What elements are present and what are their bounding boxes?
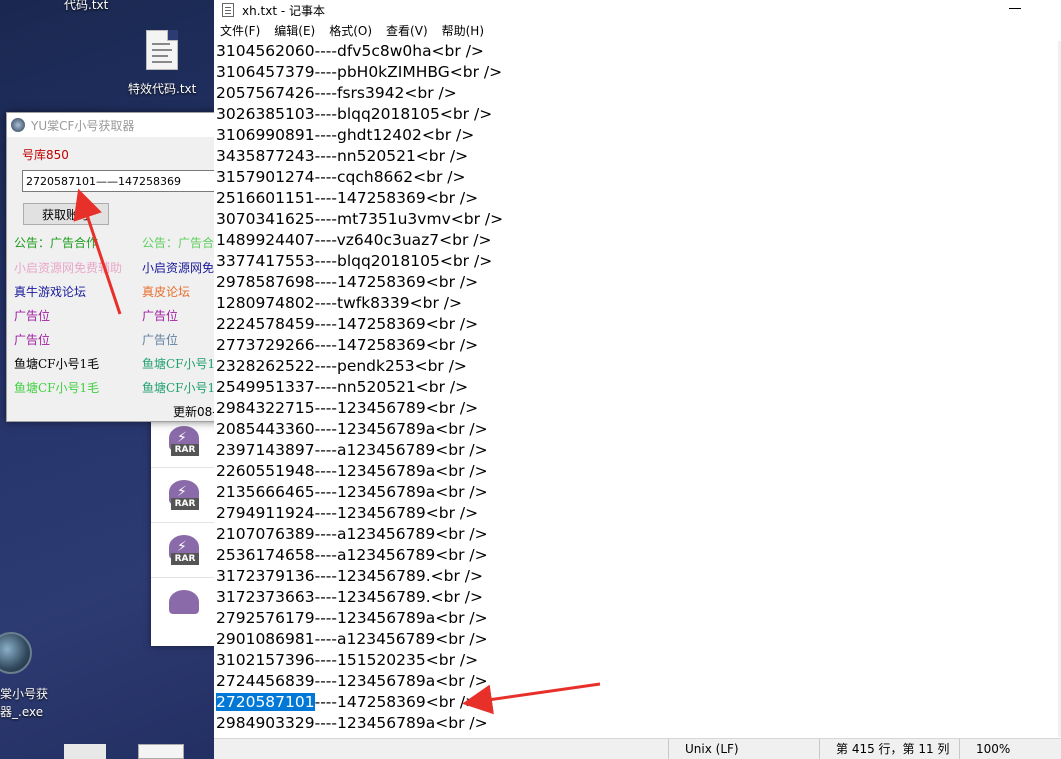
tool-title: YU棠CF小号获取器 (31, 118, 135, 133)
ad-link-6[interactable]: 真皮论坛 (142, 283, 190, 300)
text-file-icon[interactable] (146, 30, 178, 70)
ad-link-2[interactable]: 公告：广告合作 (142, 234, 221, 251)
account-count-label: 号库850 (22, 148, 69, 162)
text-line: 3377417553----blqq2018105<br /> (216, 252, 493, 270)
ad-link-4[interactable]: 小启资源网免费 (142, 259, 221, 276)
notepad-title: xh.txt - 记事本 (242, 3, 325, 18)
text-line: 2085443360----123456789a<br /> (216, 420, 488, 438)
status-bar: Unix (LF) 第 415 行，第 11 列 100% (214, 738, 1061, 759)
text-line: 2516601151----147258369<br /> (216, 189, 479, 207)
notepad-window: xh.txt - 记事本 文件(F) 编辑(E) 格式(O) 查看(V) 帮助(… (214, 0, 1061, 759)
text-line: 2901086981----a123456789<br /> (216, 630, 488, 648)
text-line: 3102157396----151520235<br /> (216, 651, 479, 669)
ad-link-14[interactable]: 鱼塘CF小号1毛 (142, 379, 221, 396)
ad-link-5[interactable]: 真牛游戏论坛 (14, 283, 86, 300)
rar-file-icon[interactable]: ⚡ RAR (167, 480, 201, 514)
status-position: 第 415 行，第 11 列 (819, 739, 959, 759)
account-tool-window: YU棠CF小号获取器 号库850 获取账号 公告：广告合作 公告：广告合作 小启… (6, 112, 222, 422)
fetch-account-button[interactable]: 获取账号 (23, 203, 109, 225)
exe-app-icon[interactable] (0, 632, 32, 674)
text-line: 2984322715----123456789<br /> (216, 399, 479, 417)
text-line: 3106990891----ghdt12402<br /> (216, 126, 475, 144)
text-line: 3026385103----blqq2018105<br /> (216, 105, 493, 123)
text-line: 2549951337----nn520521<br /> (216, 378, 469, 396)
desktop-item (138, 744, 184, 759)
ad-link-3[interactable]: 小启资源网免费辅助 (14, 259, 122, 276)
menu-format[interactable]: 格式(O) (329, 22, 372, 39)
rar-file-icon[interactable] (167, 590, 201, 624)
rar-file-icon[interactable]: ⚡ RAR (167, 426, 201, 460)
text-line: 3104562060----dfv5c8w0ha<br /> (216, 42, 484, 60)
desktop-exe-label-1[interactable]: 棠小号获 (0, 685, 48, 702)
menu-edit[interactable]: 编辑(E) (274, 22, 315, 39)
text-line: 2397143897----a123456789<br /> (216, 441, 488, 459)
ad-link-11[interactable]: 鱼塘CF小号1毛 (14, 355, 99, 372)
text-line: 2724456839----123456789a<br /> (216, 672, 488, 690)
text-line: 2792576179----123456789a<br /> (216, 609, 488, 627)
selected-text[interactable]: 2720587101 (216, 693, 315, 711)
text-line: 2135666465----123456789a<br /> (216, 483, 488, 501)
text-line: 3106457379----pbH0kZIMHBG<br /> (216, 63, 503, 81)
rar-tag: RAR (171, 553, 199, 565)
ad-link-10[interactable]: 广告位 (142, 331, 178, 348)
menu-view[interactable]: 查看(V) (386, 22, 428, 39)
ad-link-13[interactable]: 鱼塘CF小号1毛 (14, 379, 99, 396)
desktop-item (64, 744, 106, 759)
text-line: 2978587698----147258369<br /> (216, 273, 479, 291)
rar-file-icon[interactable]: ⚡ RAR (167, 535, 201, 569)
text-line: 2057567426----fsrs3942<br /> (216, 84, 457, 102)
menu-file[interactable]: 文件(F) (220, 22, 260, 39)
text-line: 2773729266----147258369<br /> (216, 336, 479, 354)
text-line: 1489924407----vz640c3uaz7<br /> (216, 231, 492, 249)
notepad-menubar: 文件(F) 编辑(E) 格式(O) 查看(V) 帮助(H) (214, 20, 1061, 40)
partial-line: 2984903329----123456789a<br /> (216, 714, 488, 732)
rar-tag: RAR (171, 444, 199, 456)
text-line: 3435877243----nn520521<br /> (216, 147, 469, 165)
update-date-label: 更新08- (173, 405, 217, 419)
text-line: 2328262522----pendk253<br /> (216, 357, 467, 375)
ad-link-8[interactable]: 广告位 (142, 307, 178, 324)
text-line: 2536174658----a123456789<br /> (216, 546, 488, 564)
notepad-text-area[interactable]: 3104562060----dfv5c8w0ha<br /> 3106457379… (216, 41, 1061, 737)
selected-line-rest: ----147258369<br /> (314, 693, 479, 711)
menu-help[interactable]: 帮助(H) (442, 22, 484, 39)
selected-line[interactable]: 2720587101----147258369<br /> (216, 692, 1061, 713)
desktop-file-label-txt[interactable]: 特效代码.txt (128, 80, 196, 97)
desktop-file-label-top: 代码.txt (64, 0, 109, 12)
text-line: 3157901274----cqch8662<br /> (216, 168, 466, 186)
rar-tag: RAR (171, 498, 199, 510)
app-globe-icon (11, 118, 25, 132)
ad-link-1[interactable]: 公告：广告合作 (14, 234, 98, 251)
ad-link-9[interactable]: 广告位 (14, 331, 50, 348)
notepad-icon (222, 3, 234, 17)
status-zoom: 100% (959, 739, 1061, 759)
text-line: 3172379136----123456789.<br /> (216, 567, 484, 585)
notepad-titlebar[interactable]: xh.txt - 记事本 (214, 0, 1061, 20)
ad-link-7[interactable]: 广告位 (14, 307, 50, 324)
text-line: 2224578459----147258369<br /> (216, 315, 479, 333)
minimize-icon[interactable] (1009, 8, 1021, 9)
text-line: 3172373663----123456789.<br /> (216, 588, 484, 606)
file-list-window: ⚡ RAR ⚡ RAR ⚡ RAR (151, 410, 221, 646)
status-eol: Unix (LF) (668, 739, 835, 759)
account-field[interactable] (22, 170, 221, 192)
desktop-exe-label-2[interactable]: 器_.exe (0, 703, 43, 720)
text-line: 1280974802----twfk8339<br /> (216, 294, 462, 312)
text-line: 2260551948----123456789a<br /> (216, 462, 488, 480)
text-line: 3070341625----mt7351u3vmv<br /> (216, 210, 504, 228)
text-line: 2107076389----a123456789<br /> (216, 525, 488, 543)
ad-link-12[interactable]: 鱼塘CF小号1毛 (142, 355, 221, 372)
text-line: 2794911924----123456789<br /> (216, 504, 479, 522)
tool-titlebar[interactable]: YU棠CF小号获取器 (7, 113, 221, 137)
